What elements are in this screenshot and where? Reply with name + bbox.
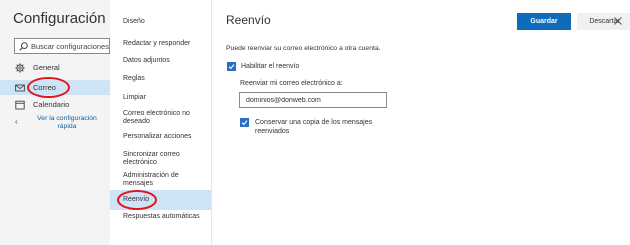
chevron-left-icon: ‹	[15, 117, 18, 126]
category-label: Redactar y responder	[123, 40, 191, 47]
close-icon	[614, 17, 622, 25]
category-personalizar-acciones[interactable]: Personalizar acciones	[110, 133, 211, 143]
enable-forwarding-checkbox[interactable]	[227, 62, 236, 71]
keep-copy-checkbox[interactable]	[240, 118, 249, 127]
category-diseno[interactable]: Diseño	[110, 18, 211, 28]
category-label: Personalizar acciones	[123, 133, 192, 140]
category-datos-adjuntos[interactable]: Datos adjuntos	[110, 57, 211, 67]
quick-settings-label: Ver la configuración rápida	[37, 115, 97, 130]
category-correo-no-deseado[interactable]: Correo electrónico no deseado	[110, 110, 211, 128]
category-label: Respuestas automáticas	[123, 213, 200, 220]
nav-item-correo[interactable]: Correo	[0, 80, 110, 95]
forwarding-panel: Reenvío Guardar Descartar Puede reenviar…	[212, 0, 630, 245]
nav-label: General	[33, 63, 60, 72]
nav-label: Correo	[33, 83, 56, 92]
checkmark-icon	[228, 64, 235, 70]
category-label: Correo electrónico no deseado	[123, 110, 190, 125]
nav-item-general[interactable]: General	[0, 60, 110, 75]
save-button[interactable]: Guardar	[517, 13, 571, 30]
category-reglas[interactable]: Reglas	[110, 75, 211, 85]
nav-item-calendario[interactable]: Calendario	[0, 97, 110, 112]
forward-to-label: Reenviar mi correo electrónico a:	[240, 80, 343, 87]
nav-label: Calendario	[33, 100, 70, 109]
mail-categories: Diseño Redactar y responder Datos adjunt…	[110, 0, 212, 245]
mail-icon	[15, 84, 25, 92]
category-label: Diseño	[123, 18, 145, 25]
category-label: Reenvío	[123, 196, 150, 203]
category-sincronizar[interactable]: Sincronizar correo electrónico	[110, 151, 211, 169]
search-input[interactable]	[31, 41, 109, 51]
search-icon	[19, 41, 28, 51]
settings-pane: Configuración General Correo	[0, 0, 110, 245]
category-reenvio[interactable]: Reenvío	[110, 190, 211, 210]
forwarding-description: Puede reenviar su correo electrónico a o…	[226, 45, 381, 52]
page-title: Reenvío	[226, 13, 271, 27]
category-label: Administración de mensajes	[123, 172, 179, 187]
forward-email-input[interactable]	[239, 92, 387, 108]
calendar-icon	[15, 100, 25, 110]
enable-forwarding-label: Habilitar el reenvío	[241, 63, 300, 70]
category-label: Sincronizar correo electrónico	[123, 151, 180, 166]
category-respuestas-automaticas[interactable]: Respuestas automáticas	[110, 213, 211, 223]
category-redactar[interactable]: Redactar y responder	[110, 40, 211, 50]
close-button[interactable]	[612, 13, 626, 30]
category-label: Limpiar	[123, 94, 146, 101]
gear-icon	[15, 63, 25, 73]
checkmark-icon	[241, 120, 248, 126]
settings-title: Configuración	[13, 10, 106, 27]
search-box[interactable]	[14, 38, 110, 54]
category-label: Reglas	[123, 75, 145, 82]
keep-copy-label: Conservar una copia de los mensajes reen…	[255, 119, 373, 135]
category-limpiar[interactable]: Limpiar	[110, 94, 211, 104]
category-administracion[interactable]: Administración de mensajes	[110, 172, 211, 190]
category-label: Datos adjuntos	[123, 57, 170, 64]
quick-settings-link[interactable]: ‹ Ver la configuración rápida	[15, 115, 110, 137]
